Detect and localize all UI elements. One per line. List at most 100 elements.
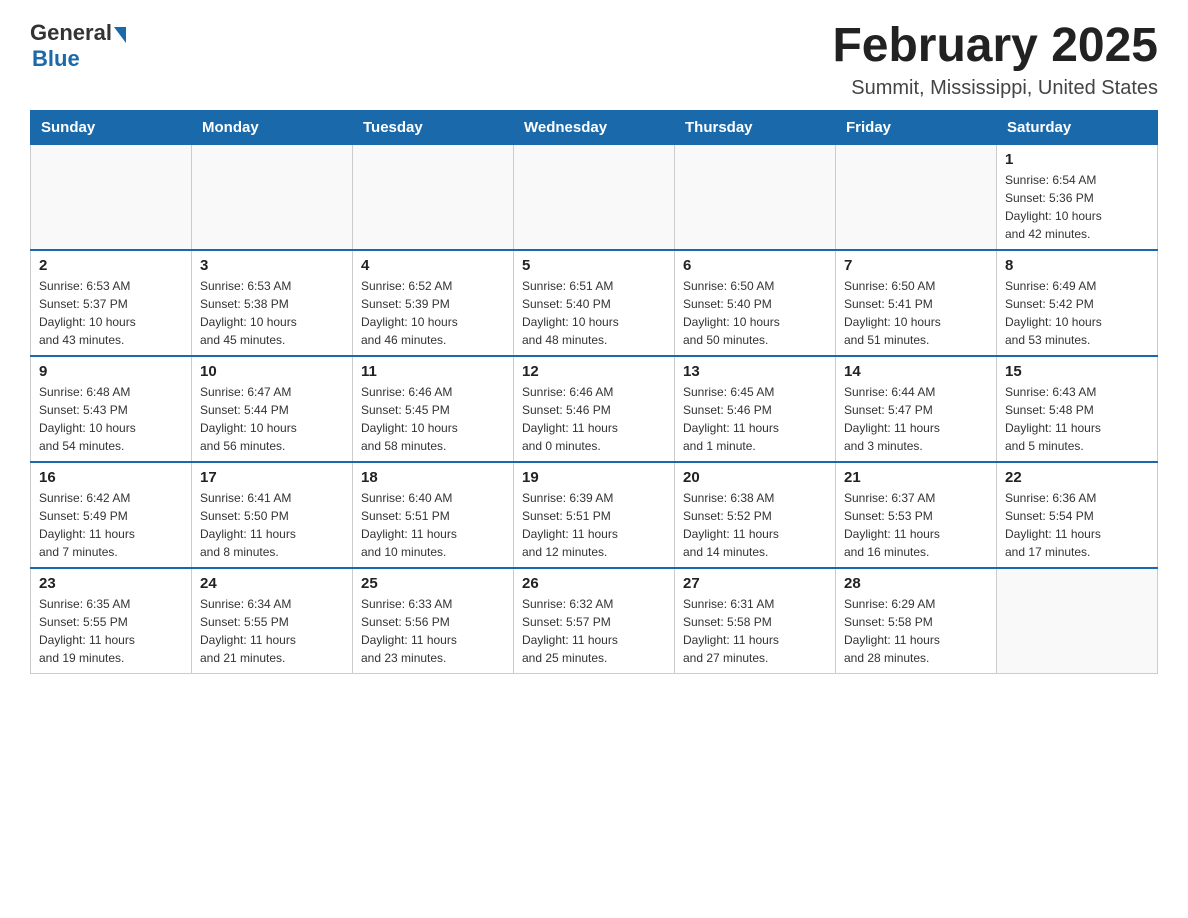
day-info: Sunrise: 6:46 AMSunset: 5:45 PMDaylight:… [361, 383, 505, 455]
day-number: 4 [361, 257, 505, 274]
calendar-day-cell: 3 Sunrise: 6:53 AMSunset: 5:38 PMDaylight… [192, 250, 353, 356]
day-number: 14 [844, 363, 988, 380]
title-section: February 2025 Summit, Mississippi, Unite… [832, 20, 1158, 100]
calendar-day-cell: 5Sunrise: 6:51 AMSunset: 5:40 PMDaylight… [514, 250, 675, 356]
calendar-day-cell: 11 Sunrise: 6:46 AMSunset: 5:45 PMDayligh… [353, 356, 514, 462]
day-info: Sunrise: 6:51 AMSunset: 5:40 PMDaylight:… [522, 277, 666, 349]
day-of-week-header: Sunday [31, 110, 192, 144]
calendar-day-cell: 28 Sunrise: 6:29 AMSunset: 5:58 PMDayligh… [836, 568, 997, 674]
logo-arrow-icon [114, 27, 126, 43]
calendar-day-cell: 16 Sunrise: 6:42 AMSunset: 5:49 PMDayligh… [31, 462, 192, 568]
calendar-day-cell [514, 144, 675, 250]
day-info: Sunrise: 6:49 AMSunset: 5:42 PMDaylight:… [1005, 277, 1149, 349]
calendar-day-cell: 27 Sunrise: 6:31 AMSunset: 5:58 PMDayligh… [675, 568, 836, 674]
day-info: Sunrise: 6:32 AMSunset: 5:57 PMDaylight:… [522, 595, 666, 667]
calendar-week-row: 1 Sunrise: 6:54 AMSunset: 5:36 PMDaylight… [31, 144, 1158, 250]
day-number: 24 [200, 575, 344, 592]
calendar-day-cell [353, 144, 514, 250]
day-info: Sunrise: 6:36 AMSunset: 5:54 PMDaylight:… [1005, 489, 1149, 561]
calendar-day-cell: 24 Sunrise: 6:34 AMSunset: 5:55 PMDayligh… [192, 568, 353, 674]
day-number: 8 [1005, 257, 1149, 274]
day-info: Sunrise: 6:50 AMSunset: 5:41 PMDaylight:… [844, 277, 988, 349]
calendar-day-cell: 4 Sunrise: 6:52 AMSunset: 5:39 PMDaylight… [353, 250, 514, 356]
day-info: Sunrise: 6:53 AMSunset: 5:37 PMDaylight:… [39, 277, 183, 349]
logo-blue-text: Blue [32, 46, 80, 72]
calendar-day-cell: 8 Sunrise: 6:49 AMSunset: 5:42 PMDaylight… [997, 250, 1158, 356]
day-info: Sunrise: 6:53 AMSunset: 5:38 PMDaylight:… [200, 277, 344, 349]
calendar-day-cell: 6 Sunrise: 6:50 AMSunset: 5:40 PMDaylight… [675, 250, 836, 356]
day-number: 18 [361, 469, 505, 486]
calendar-day-cell: 26 Sunrise: 6:32 AMSunset: 5:57 PMDayligh… [514, 568, 675, 674]
day-info: Sunrise: 6:31 AMSunset: 5:58 PMDaylight:… [683, 595, 827, 667]
day-info: Sunrise: 6:44 AMSunset: 5:47 PMDaylight:… [844, 383, 988, 455]
day-of-week-header: Friday [836, 110, 997, 144]
calendar-week-row: 2 Sunrise: 6:53 AMSunset: 5:37 PMDaylight… [31, 250, 1158, 356]
calendar-day-cell: 19 Sunrise: 6:39 AMSunset: 5:51 PMDayligh… [514, 462, 675, 568]
day-of-week-header: Monday [192, 110, 353, 144]
day-number: 12 [522, 363, 666, 380]
day-number: 25 [361, 575, 505, 592]
day-info: Sunrise: 6:34 AMSunset: 5:55 PMDaylight:… [200, 595, 344, 667]
calendar-day-cell: 23 Sunrise: 6:35 AMSunset: 5:55 PMDayligh… [31, 568, 192, 674]
day-number: 3 [200, 257, 344, 274]
day-number: 22 [1005, 469, 1149, 486]
day-number: 26 [522, 575, 666, 592]
calendar-day-cell: 20 Sunrise: 6:38 AMSunset: 5:52 PMDayligh… [675, 462, 836, 568]
day-number: 2 [39, 257, 183, 274]
day-info: Sunrise: 6:43 AMSunset: 5:48 PMDaylight:… [1005, 383, 1149, 455]
day-of-week-header: Thursday [675, 110, 836, 144]
calendar-day-cell: 18Sunrise: 6:40 AMSunset: 5:51 PMDayligh… [353, 462, 514, 568]
logo-general-text: General [30, 20, 112, 46]
calendar-day-cell: 1 Sunrise: 6:54 AMSunset: 5:36 PMDaylight… [997, 144, 1158, 250]
day-of-week-header: Tuesday [353, 110, 514, 144]
calendar-day-cell: 7 Sunrise: 6:50 AMSunset: 5:41 PMDaylight… [836, 250, 997, 356]
calendar-day-cell: 15 Sunrise: 6:43 AMSunset: 5:48 PMDayligh… [997, 356, 1158, 462]
day-info: Sunrise: 6:52 AMSunset: 5:39 PMDaylight:… [361, 277, 505, 349]
day-info: Sunrise: 6:54 AMSunset: 5:36 PMDaylight:… [1005, 171, 1149, 243]
day-number: 23 [39, 575, 183, 592]
day-info: Sunrise: 6:46 AMSunset: 5:46 PMDaylight:… [522, 383, 666, 455]
month-title: February 2025 [832, 20, 1158, 73]
day-number: 27 [683, 575, 827, 592]
day-info: Sunrise: 6:35 AMSunset: 5:55 PMDaylight:… [39, 595, 183, 667]
calendar-header-row: SundayMondayTuesdayWednesdayThursdayFrid… [31, 110, 1158, 144]
day-of-week-header: Saturday [997, 110, 1158, 144]
day-info: Sunrise: 6:41 AMSunset: 5:50 PMDaylight:… [200, 489, 344, 561]
calendar-day-cell [192, 144, 353, 250]
calendar-day-cell: 2 Sunrise: 6:53 AMSunset: 5:37 PMDaylight… [31, 250, 192, 356]
day-number: 17 [200, 469, 344, 486]
day-number: 15 [1005, 363, 1149, 380]
day-number: 16 [39, 469, 183, 486]
day-info: Sunrise: 6:39 AMSunset: 5:51 PMDaylight:… [522, 489, 666, 561]
day-number: 28 [844, 575, 988, 592]
calendar-day-cell [997, 568, 1158, 674]
day-number: 19 [522, 469, 666, 486]
calendar-day-cell [675, 144, 836, 250]
day-number: 6 [683, 257, 827, 274]
day-info: Sunrise: 6:38 AMSunset: 5:52 PMDaylight:… [683, 489, 827, 561]
day-number: 11 [361, 363, 505, 380]
day-info: Sunrise: 6:29 AMSunset: 5:58 PMDaylight:… [844, 595, 988, 667]
day-of-week-header: Wednesday [514, 110, 675, 144]
calendar-day-cell: 9Sunrise: 6:48 AMSunset: 5:43 PMDaylight… [31, 356, 192, 462]
day-number: 1 [1005, 151, 1149, 168]
calendar-day-cell: 22 Sunrise: 6:36 AMSunset: 5:54 PMDayligh… [997, 462, 1158, 568]
calendar-day-cell: 10Sunrise: 6:47 AMSunset: 5:44 PMDayligh… [192, 356, 353, 462]
day-info: Sunrise: 6:37 AMSunset: 5:53 PMDaylight:… [844, 489, 988, 561]
calendar-day-cell [31, 144, 192, 250]
logo: General Blue [30, 20, 126, 72]
day-info: Sunrise: 6:50 AMSunset: 5:40 PMDaylight:… [683, 277, 827, 349]
day-info: Sunrise: 6:42 AMSunset: 5:49 PMDaylight:… [39, 489, 183, 561]
calendar-day-cell [836, 144, 997, 250]
day-number: 9 [39, 363, 183, 380]
day-number: 20 [683, 469, 827, 486]
location-text: Summit, Mississippi, United States [832, 77, 1158, 100]
day-number: 21 [844, 469, 988, 486]
day-number: 7 [844, 257, 988, 274]
calendar-day-cell: 12 Sunrise: 6:46 AMSunset: 5:46 PMDayligh… [514, 356, 675, 462]
calendar-week-row: 23 Sunrise: 6:35 AMSunset: 5:55 PMDayligh… [31, 568, 1158, 674]
day-info: Sunrise: 6:33 AMSunset: 5:56 PMDaylight:… [361, 595, 505, 667]
calendar-day-cell: 17 Sunrise: 6:41 AMSunset: 5:50 PMDayligh… [192, 462, 353, 568]
calendar-table: SundayMondayTuesdayWednesdayThursdayFrid… [30, 110, 1158, 674]
calendar-week-row: 16 Sunrise: 6:42 AMSunset: 5:49 PMDayligh… [31, 462, 1158, 568]
